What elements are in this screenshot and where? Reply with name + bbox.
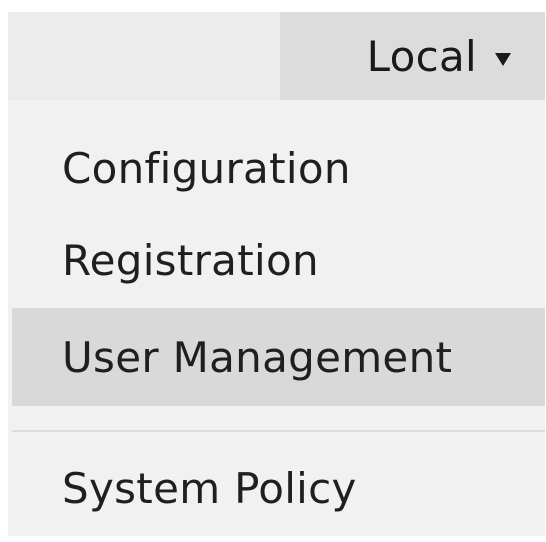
menu-item-label: Configuration xyxy=(62,143,351,193)
menu-item-registration[interactable]: Registration xyxy=(12,214,545,306)
menu-item-configuration[interactable]: Configuration xyxy=(12,122,545,214)
menu-divider xyxy=(12,430,545,432)
menu-item-user-management[interactable]: User Management xyxy=(12,308,545,406)
menu-item-label: System Policy xyxy=(62,463,357,513)
menu-item-system-policy[interactable]: System Policy xyxy=(12,442,545,534)
dropdown-menu: Configuration Registration User Manageme… xyxy=(8,100,545,536)
caret-down-icon xyxy=(495,52,511,66)
dropdown-label: Local xyxy=(366,31,477,81)
dropdown-menu-panel: Local Configuration Registration User Ma… xyxy=(0,0,546,542)
menu-item-label: User Management xyxy=(62,332,453,382)
menu-item-label: Registration xyxy=(62,235,319,285)
local-dropdown-toggle[interactable]: Local xyxy=(280,12,545,100)
